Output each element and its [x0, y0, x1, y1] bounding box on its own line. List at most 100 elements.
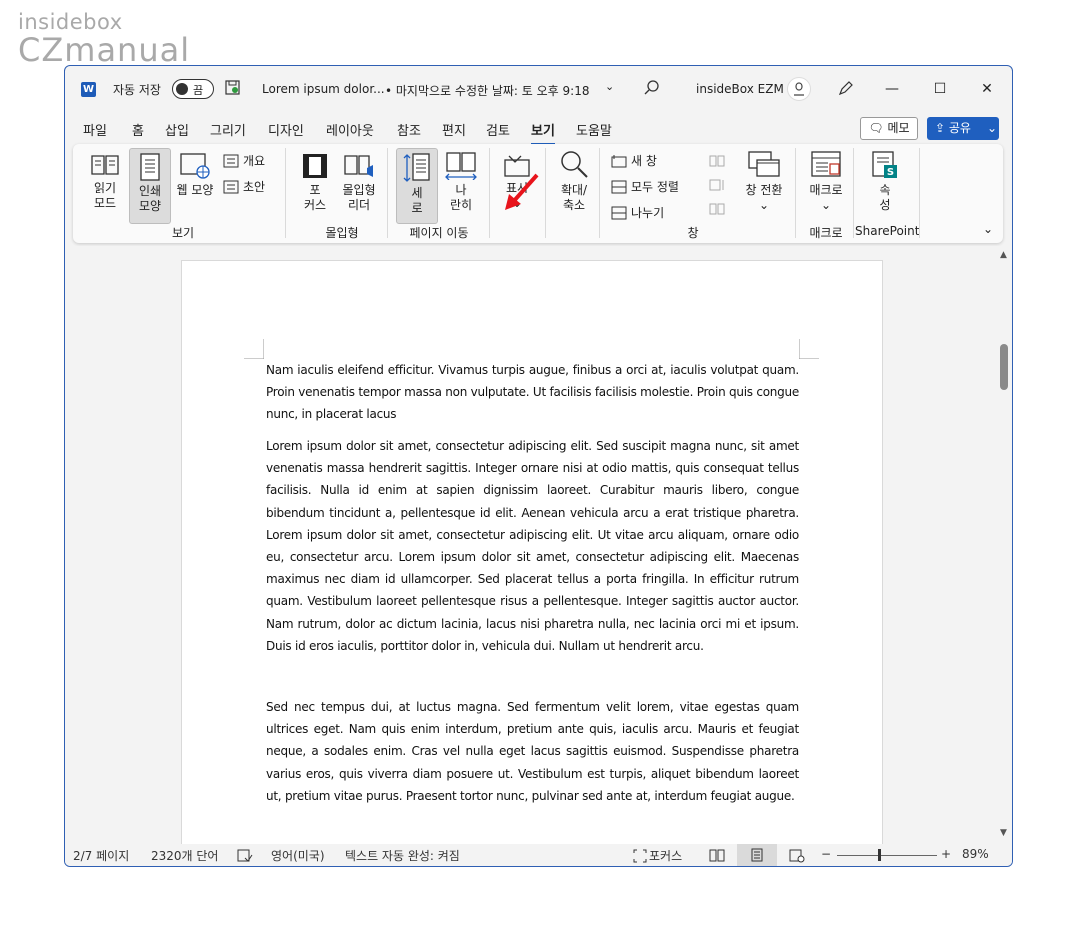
tab-draw[interactable]: 그리기 — [210, 120, 246, 143]
paragraph-3[interactable]: Sed nec tempus dui, at luctus magna. Sed… — [266, 696, 799, 807]
title-bar: W 자동 저장 끔 Lorem ipsum dolor... • 마지막으로 수… — [65, 66, 1012, 112]
zoom-slider[interactable] — [837, 855, 937, 856]
web-layout-button[interactable]: 웹 모양 — [173, 152, 217, 198]
avatar[interactable] — [787, 77, 811, 101]
scroll-thumb[interactable] — [1000, 344, 1008, 390]
side-by-side-button[interactable]: 나 란히 — [441, 152, 481, 213]
ribbon-separator — [489, 148, 490, 238]
ribbon-separator — [795, 148, 796, 238]
word-count[interactable]: 2320개 단어 — [151, 847, 218, 864]
maximize-button[interactable]: ☐ — [917, 74, 963, 104]
page-count[interactable]: 2/7 페이지 — [73, 847, 129, 864]
watermark-line2: CZmanual — [18, 31, 191, 69]
share-button[interactable]: ⇪ 공유 ⌄ — [927, 117, 999, 140]
chevron-down-icon[interactable]: ⌄ — [605, 80, 614, 93]
switch-windows-button[interactable]: 창 전환 ⌄ — [739, 150, 789, 213]
properties-button[interactable]: S 속 성 — [865, 150, 905, 213]
zoom-in-button[interactable]: + — [941, 847, 951, 861]
zoom-line2: 축소 — [562, 198, 586, 212]
save-icon[interactable] — [225, 80, 240, 95]
tab-file[interactable]: 파일 — [83, 120, 107, 143]
draft-button[interactable]: 초안 — [223, 178, 265, 195]
word-app-icon: W — [81, 82, 96, 97]
focus-label[interactable]: 포커스 — [649, 847, 682, 864]
reset-window-position-icon — [709, 203, 725, 215]
tab-design[interactable]: 디자인 — [268, 120, 304, 143]
language-status[interactable]: 영어(미국) — [271, 847, 325, 864]
read-mode-icon — [91, 155, 119, 175]
immersive-reader-line1: 몰입형 — [342, 183, 376, 197]
focus-line2: 커스 — [303, 198, 327, 212]
immersive-reader-button[interactable]: 몰입형 리더 — [337, 152, 381, 213]
new-window-icon — [611, 154, 627, 167]
read-mode-view-icon[interactable] — [709, 849, 725, 862]
tab-mailings[interactable]: 편지 — [442, 120, 466, 143]
arrange-all-icon — [611, 180, 627, 193]
zoom-button[interactable]: 확대/ 축소 — [551, 148, 597, 213]
vertical-line2: 로 — [411, 201, 423, 215]
focus-button[interactable]: 포 커스 — [295, 152, 335, 213]
group-label-sharepoint: SharePoint — [855, 224, 920, 238]
tab-home[interactable]: 홈 — [132, 120, 144, 143]
zoom-slider-thumb[interactable] — [878, 849, 881, 861]
paragraph-2[interactable]: Lorem ipsum dolor sit amet, consectetur … — [266, 435, 799, 657]
print-layout-button[interactable]: 인쇄 모양 — [129, 148, 171, 224]
tab-view[interactable]: 보기 — [531, 120, 555, 145]
pen-icon[interactable] — [837, 79, 855, 97]
tab-insert[interactable]: 삽입 — [165, 120, 189, 143]
scroll-up-icon[interactable]: ▲ — [1000, 250, 1007, 260]
arrange-all-button[interactable]: 모두 정렬 — [611, 178, 679, 195]
properties-line1: 속 — [879, 183, 891, 197]
autosave-state: 끔 — [193, 84, 204, 97]
split-button[interactable]: 나누기 — [611, 204, 664, 221]
tab-references[interactable]: 참조 — [397, 120, 421, 143]
document-page[interactable]: Nam iaculis eleifend efficitur. Vivamus … — [181, 260, 883, 846]
chevron-down-icon[interactable]: ⌄ — [987, 117, 997, 140]
group-label-macros: 매크로 — [809, 226, 843, 240]
new-window-label: 새 창 — [631, 154, 657, 168]
comments-button[interactable]: 🗨 메모 — [860, 117, 918, 140]
group-label-immersive: 몰입형 — [325, 226, 359, 240]
side-by-side-line2: 란히 — [449, 198, 473, 212]
draft-label: 초안 — [243, 180, 266, 194]
zoom-level[interactable]: 89% — [962, 847, 989, 861]
scroll-down-icon[interactable]: ▼ — [1000, 828, 1007, 838]
document-title[interactable]: Lorem ipsum dolor... — [262, 82, 385, 96]
focus-icon — [303, 154, 327, 178]
collapse-ribbon-icon[interactable]: ⌄ — [983, 222, 993, 236]
close-button[interactable]: ✕ — [964, 74, 1010, 104]
autosave-toggle[interactable]: 끔 — [172, 79, 214, 99]
new-window-button[interactable]: 새 창 — [611, 152, 657, 169]
tab-layout[interactable]: 레이아웃 — [326, 120, 374, 143]
svg-text:S: S — [887, 167, 894, 178]
print-layout-view-selected[interactable] — [737, 844, 777, 866]
macros-button[interactable]: 매크로 ⌄ — [801, 150, 851, 213]
immersive-reader-line2: 리더 — [347, 198, 371, 212]
focus-line1: 포 — [309, 183, 321, 197]
minimize-button[interactable]: — — [869, 74, 915, 104]
ribbon-separator — [387, 148, 388, 238]
last-modified-status[interactable]: • 마지막으로 수정한 날짜: 토 오후 9:18 — [385, 82, 589, 99]
text-prediction-status[interactable]: 텍스트 자동 완성: 켜짐 — [345, 847, 460, 864]
read-mode-button[interactable]: 읽기 모드 — [85, 152, 125, 211]
user-name[interactable]: insideBox EZM — [696, 82, 784, 96]
side-by-side-line1: 나 — [455, 183, 467, 197]
zoom-out-button[interactable]: − — [821, 847, 831, 861]
vertical-page-button[interactable]: 세 로 — [396, 148, 438, 224]
macros-icon — [811, 151, 841, 177]
read-mode-line2: 모드 — [93, 196, 117, 210]
macros-label: 매크로 — [809, 183, 843, 197]
outline-button[interactable]: 개요 — [223, 152, 265, 169]
ribbon-separator — [285, 148, 286, 238]
vertical-line1: 세 — [411, 186, 423, 200]
tab-help[interactable]: 도움말 — [576, 120, 612, 143]
focus-icon[interactable] — [633, 849, 647, 863]
vertical-scrollbar[interactable]: ▲ ▼ — [998, 246, 1012, 846]
web-layout-view-icon[interactable] — [789, 849, 805, 863]
print-layout-icon — [140, 153, 160, 181]
proofing-icon[interactable] — [237, 849, 253, 863]
paragraph-1[interactable]: Nam iaculis eleifend efficitur. Vivamus … — [266, 359, 799, 426]
search-icon[interactable] — [643, 79, 661, 97]
tab-review[interactable]: 검토 — [486, 120, 510, 143]
group-label-window: 창 — [687, 226, 699, 240]
